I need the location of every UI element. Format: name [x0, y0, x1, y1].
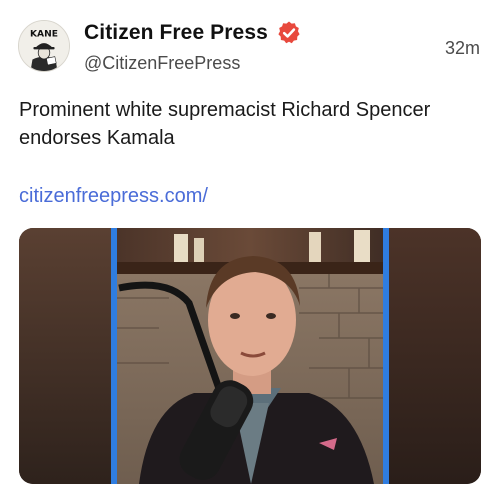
author-name-row: Citizen Free Press	[84, 20, 302, 46]
post-link[interactable]: citizenfreepress.com/	[19, 182, 208, 210]
post-timestamp[interactable]: 32m	[445, 38, 480, 59]
video-thumbnail[interactable]	[19, 228, 481, 484]
avatar-text: KANE	[30, 29, 58, 39]
author-handle[interactable]: @CitizenFreePress	[84, 53, 240, 74]
avatar[interactable]: KANE	[18, 20, 70, 72]
video-frame-image	[19, 228, 481, 484]
newsboy-logo-icon: KANE	[19, 21, 69, 71]
post-card[interactable]: KANE Citizen Free Press @CitizenFreePres…	[0, 0, 500, 497]
verified-badge-icon	[276, 20, 302, 46]
post-text: Prominent white supremacist Richard Spen…	[19, 99, 431, 149]
author-display-name[interactable]: Citizen Free Press	[84, 21, 268, 45]
